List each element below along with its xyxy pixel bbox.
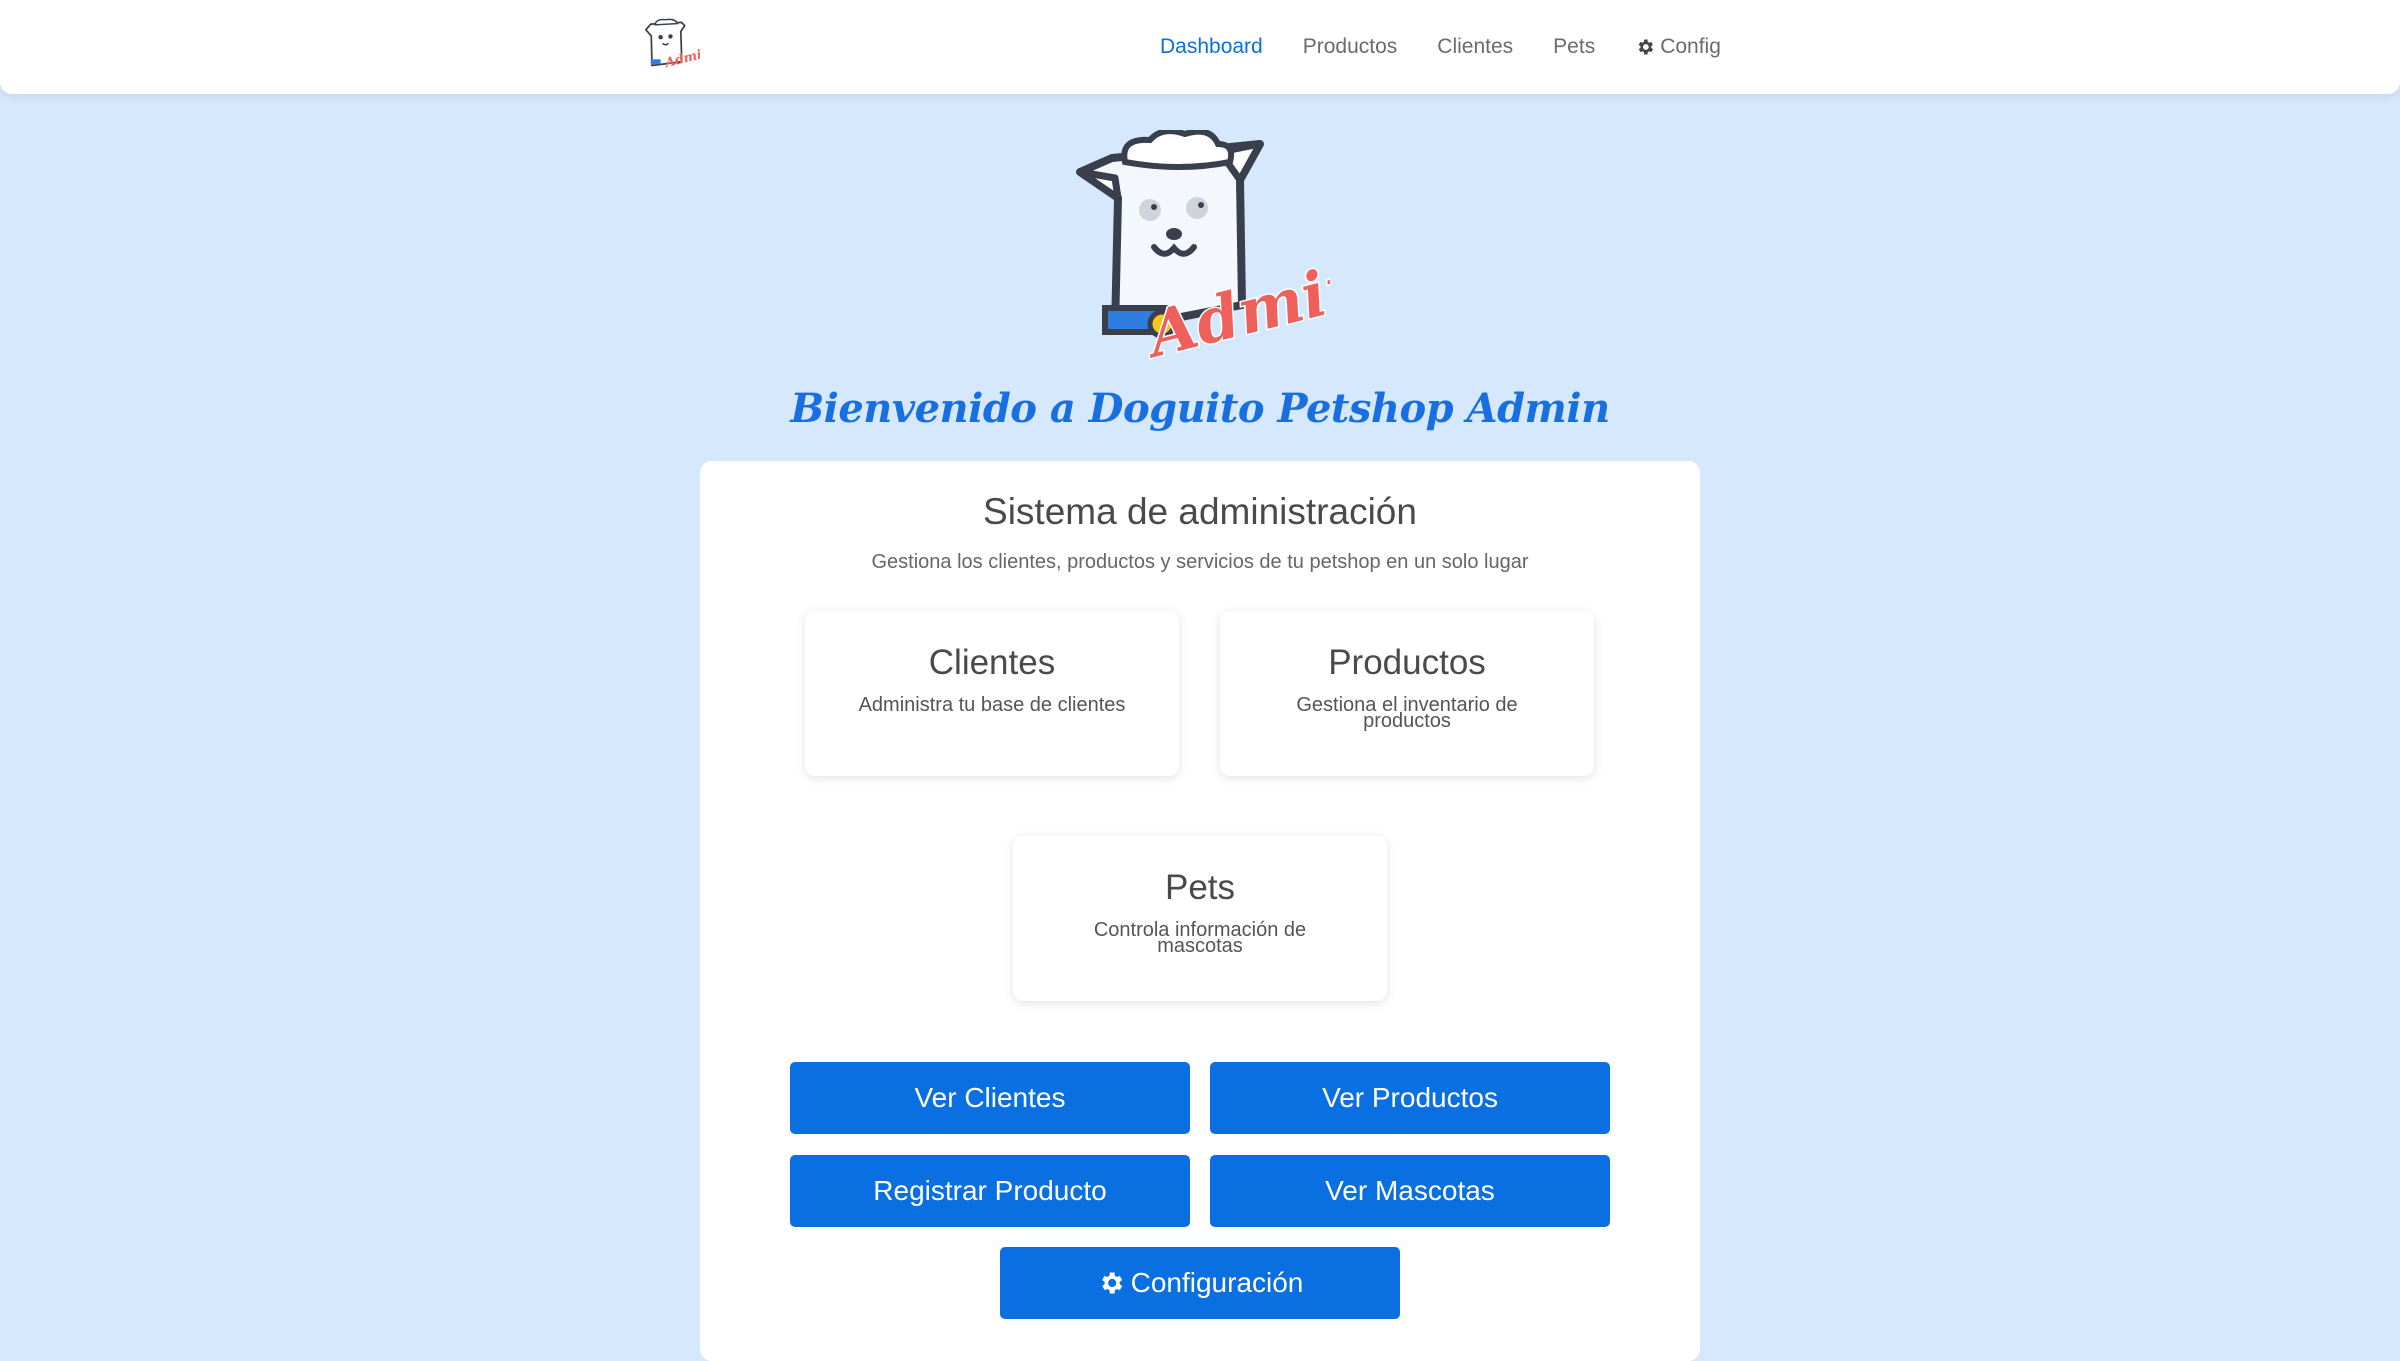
card-pets[interactable]: Pets Controla información de mascotas	[1013, 836, 1387, 1001]
main-panel: Sistema de administración Gestiona los c…	[700, 461, 1700, 1361]
card-desc: Controla información de mascotas	[1093, 919, 1307, 957]
nav-link-clientes[interactable]: Clientes	[1437, 35, 1513, 59]
panel-title: Sistema de administración	[983, 491, 1417, 532]
configuracion-label: Configuración	[1130, 1267, 1304, 1298]
nav-link-dashboard[interactable]: Dashboard	[1160, 35, 1263, 59]
card-desc: Gestiona el inventario de productos	[1296, 694, 1518, 732]
nav-link-pets[interactable]: Pets	[1553, 35, 1595, 59]
registrar-producto-button[interactable]: Registrar Producto	[790, 1155, 1190, 1227]
card-clientes[interactable]: Clientes Administra tu base de clientes	[805, 611, 1179, 776]
top-navbar: Admin Dashboard Productos Clientes Pets …	[0, 0, 2400, 94]
card-productos[interactable]: Productos Gestiona el inventario de prod…	[1220, 611, 1594, 776]
welcome-heading: Bienvenido a Doguito Petshop Admin	[790, 385, 1610, 432]
nav-links: Dashboard Productos Clientes Pets Config	[1160, 0, 1761, 94]
card-title: Clientes	[928, 643, 1056, 682]
gear-icon	[1101, 1272, 1122, 1294]
nav-link-productos[interactable]: Productos	[1303, 35, 1398, 59]
nav-link-config[interactable]: Config	[1635, 35, 1721, 59]
ver-productos-button[interactable]: Ver Productos	[1210, 1062, 1610, 1134]
ver-clientes-button[interactable]: Ver Clientes	[790, 1062, 1190, 1134]
card-desc: Administra tu base de clientes	[858, 694, 1126, 716]
panel-subtitle: Gestiona los clientes, productos y servi…	[871, 551, 1529, 573]
nav-link-config-label: Config	[1660, 35, 1721, 58]
logo-icon[interactable]: Admin	[636, 17, 700, 77]
ver-mascotas-button[interactable]: Ver Mascotas	[1210, 1155, 1610, 1227]
configuracion-button[interactable]: Configuración	[1000, 1247, 1400, 1319]
card-title: Productos	[1328, 643, 1486, 682]
gear-icon	[1638, 39, 1654, 55]
hero-logo-icon: Admin	[1076, 130, 1330, 360]
card-title: Pets	[1164, 868, 1236, 907]
